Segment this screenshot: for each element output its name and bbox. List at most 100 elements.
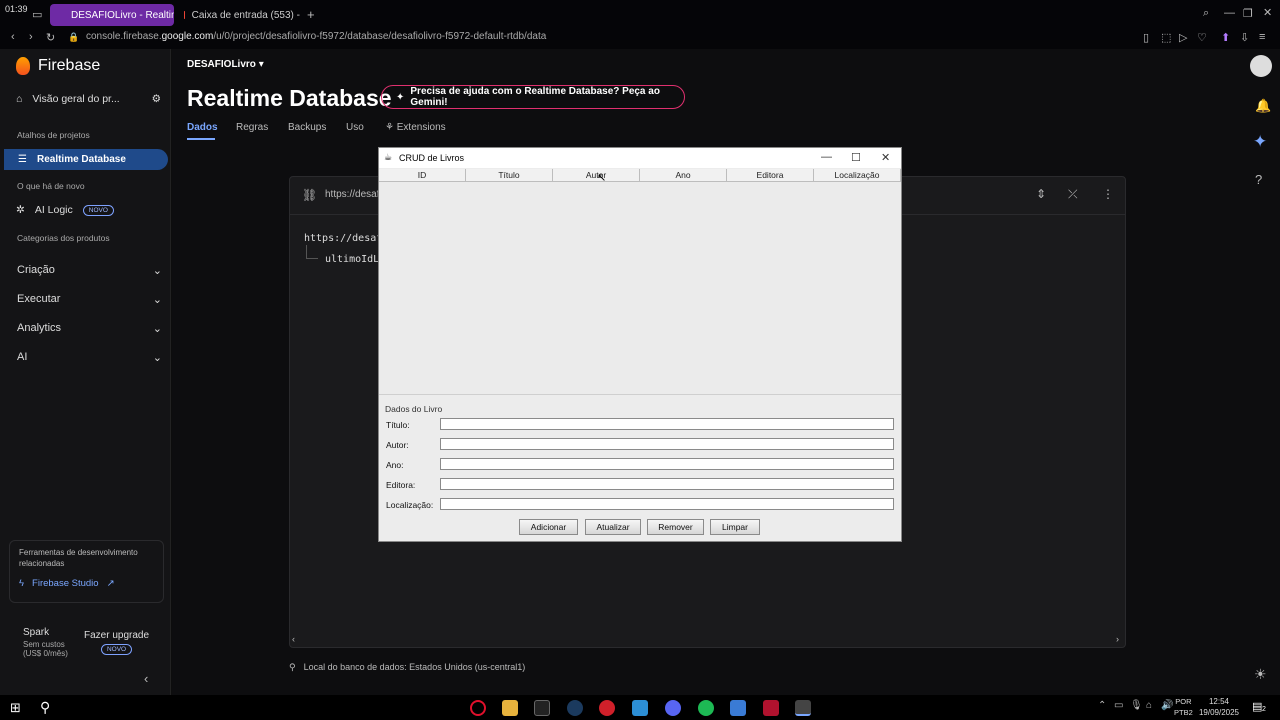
section-ai[interactable]: AI ⌄ — [17, 351, 162, 364]
ano-field[interactable] — [440, 458, 894, 470]
intellij-icon[interactable] — [763, 700, 779, 716]
extension-icon[interactable]: ⬆ — [1221, 31, 1230, 44]
remove-button[interactable]: Remover — [647, 519, 704, 535]
section-criacao[interactable]: Criação ⌄ — [17, 264, 162, 277]
close-icon[interactable]: ✕ — [1263, 6, 1272, 19]
volume-icon[interactable]: 🔊 — [1161, 700, 1173, 711]
column-header-ano[interactable]: Ano — [640, 169, 727, 181]
chrome-icon[interactable] — [730, 700, 746, 716]
gemini-help-button[interactable]: ✦ Precisa de ajuda com o Realtime Databa… — [381, 85, 685, 109]
url-field[interactable]: console.firebase.google.com/u/0/project/… — [86, 31, 546, 42]
language-indicator[interactable]: POR PTB2 — [1174, 696, 1193, 718]
tree-child-node[interactable]: ultimoIdLi — [325, 254, 385, 265]
gemini-label: Precisa de ajuda com o Realtime Database… — [410, 86, 660, 108]
tab-regras[interactable]: Regras — [236, 122, 268, 133]
clear-button[interactable]: Limpar — [710, 519, 760, 535]
taskbar-clock[interactable]: 12:54 19/09/2025 — [1198, 696, 1240, 718]
menu-icon[interactable]: ≡ — [1259, 31, 1265, 43]
section-analytics[interactable]: Analytics ⌄ — [17, 322, 162, 335]
link-icon[interactable]: ⛓ — [302, 188, 317, 202]
titulo-field[interactable] — [440, 418, 894, 430]
tree-root-node[interactable]: https://desafi — [304, 233, 388, 244]
theme-toggle-icon[interactable]: ☀ — [1254, 666, 1267, 683]
section-executar[interactable]: Executar ⌄ — [17, 293, 162, 306]
chevron-down-icon: ⌄ — [152, 323, 162, 335]
search-icon[interactable]: ⚲ — [40, 699, 50, 716]
search-tabs-icon[interactable]: ⌕ — [1203, 7, 1209, 20]
sidebar-item-realtime-database[interactable]: ☰ Realtime Database — [4, 149, 168, 170]
brand-label: Firebase — [38, 57, 101, 74]
new-tab-icon[interactable]: + — [307, 7, 315, 22]
reference-url[interactable]: https://desaf — [325, 189, 379, 200]
minimize-icon[interactable]: — — [821, 151, 832, 163]
scroll-right-icon[interactable]: › — [1116, 634, 1119, 644]
mic-icon[interactable]: 🎙 — [1130, 700, 1143, 711]
firebase-studio-link[interactable]: ϟ Firebase Studio ↗ — [19, 578, 115, 589]
upgrade-button[interactable]: Fazer upgrade NOVO — [84, 630, 149, 655]
gemini-icon[interactable]: ✦ — [1253, 132, 1267, 152]
firebase-logo[interactable]: Firebase — [16, 57, 100, 75]
section-label: AI — [17, 351, 28, 363]
app-icon[interactable] — [599, 700, 615, 716]
project-selector[interactable]: DESAFIOLivro ▾ — [187, 59, 264, 70]
update-button[interactable]: Atualizar — [585, 519, 641, 535]
expand-icon[interactable]: ⇕ — [1036, 187, 1046, 201]
forward-icon[interactable]: › — [29, 31, 33, 43]
tab-gmail[interactable]: Caixa de entrada (553) - — [170, 4, 300, 26]
collapse-icon[interactable]: ⤫ — [1068, 187, 1078, 202]
tab-extensions[interactable]: ⚘ Extensions — [385, 122, 446, 133]
column-header-titulo[interactable]: Título — [466, 169, 553, 181]
add-button[interactable]: Adicionar — [519, 519, 578, 535]
steam-icon[interactable] — [567, 700, 583, 716]
heart-icon[interactable]: ♡ — [1197, 31, 1207, 44]
tray-chevron-icon[interactable]: ⌃ — [1098, 700, 1106, 711]
column-header-localizacao[interactable]: Localização — [814, 169, 901, 181]
sidebar-item-ai-logic[interactable]: ✲ AI Logic NOVO — [16, 204, 114, 216]
books-table-body[interactable] — [379, 182, 901, 395]
more-options-icon[interactable]: ⋮ — [1102, 187, 1114, 201]
avatar[interactable] — [1250, 55, 1272, 77]
help-icon[interactable]: ? — [1255, 172, 1262, 187]
windows-start-icon[interactable]: ⊞ — [10, 700, 21, 716]
minimize-icon[interactable]: — — [1224, 7, 1235, 19]
collapse-sidebar-icon[interactable]: ‹ — [144, 671, 148, 686]
home-icon: ⌂ — [16, 93, 23, 105]
notifications-icon[interactable]: 🔔 — [1255, 98, 1271, 114]
column-header-id[interactable]: ID — [379, 169, 466, 181]
back-icon[interactable]: ‹ — [11, 31, 15, 43]
discord-icon[interactable] — [665, 700, 681, 716]
bookmark-icon[interactable]: ▯ — [1143, 31, 1149, 44]
tab-backups[interactable]: Backups — [288, 122, 326, 133]
edge-icon[interactable] — [632, 700, 648, 716]
column-header-editora[interactable]: Editora — [727, 169, 814, 181]
java-app-icon[interactable] — [795, 700, 811, 716]
tab-firebase[interactable]: DESAFIOLivro - Realtime — [50, 4, 174, 26]
reload-icon[interactable]: ↻ — [46, 31, 55, 44]
workspace-icon[interactable]: ▭ — [32, 8, 42, 21]
opera-icon[interactable] — [470, 700, 486, 716]
epic-games-icon[interactable] — [534, 700, 550, 716]
maximize-icon[interactable]: ☐ — [851, 151, 861, 164]
gear-icon[interactable]: ⚙ — [152, 93, 161, 105]
localizacao-field[interactable] — [440, 498, 894, 510]
tab-uso[interactable]: Uso — [346, 122, 364, 133]
battery-icon[interactable]: ▭ — [1114, 700, 1123, 711]
play-icon[interactable]: ▷ — [1179, 31, 1187, 44]
lock-icon[interactable]: 🔒 — [68, 32, 79, 43]
network-icon[interactable]: ⌂ — [1146, 700, 1152, 711]
close-icon[interactable]: ✕ — [881, 151, 890, 164]
maximize-icon[interactable]: ❐ — [1243, 7, 1253, 20]
overview-item[interactable]: ⌂ Visão geral do pr... ⚙ — [16, 93, 161, 105]
scroll-left-icon[interactable]: ‹ — [292, 634, 295, 644]
file-explorer-icon[interactable] — [502, 700, 518, 716]
language-code: POR — [1175, 697, 1192, 706]
screenshot-icon[interactable]: ⬚ — [1161, 31, 1171, 44]
download-icon[interactable]: ⇩ — [1240, 31, 1249, 44]
categories-heading: Categorias dos produtos — [17, 233, 110, 243]
spotify-icon[interactable] — [698, 700, 714, 716]
editora-field[interactable] — [440, 478, 894, 490]
autor-field[interactable] — [440, 438, 894, 450]
notification-center-icon[interactable]: ▤ — [1252, 700, 1262, 713]
crud-window-titlebar[interactable]: ☕ CRUD de Livros — ☐ ✕ — [379, 148, 901, 168]
tab-dados[interactable]: Dados — [187, 122, 218, 133]
